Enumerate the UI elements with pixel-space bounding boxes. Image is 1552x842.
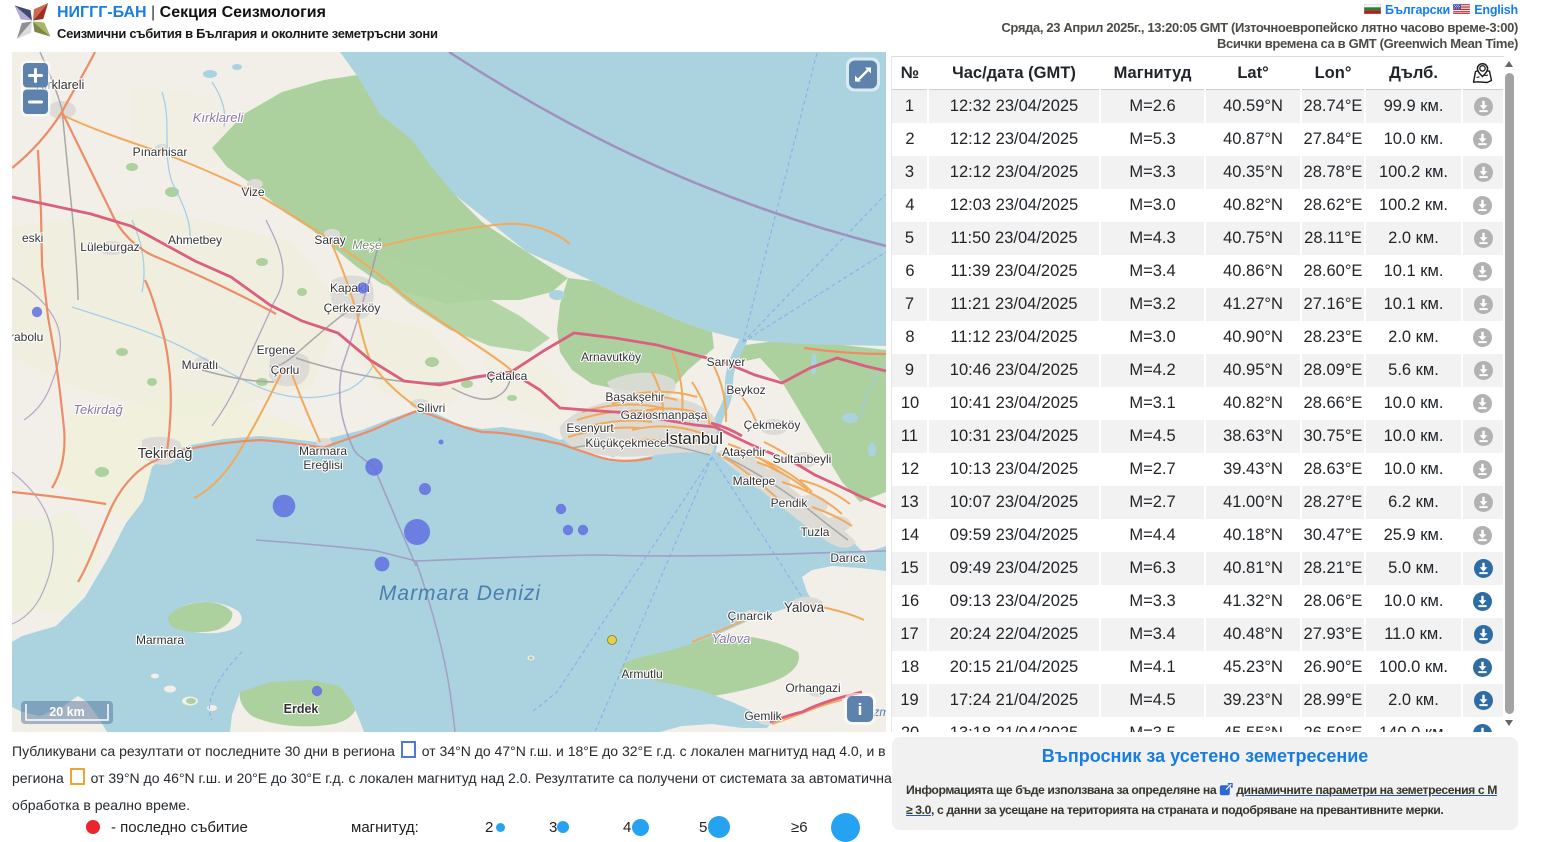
svg-text:20 km: 20 km <box>49 705 84 719</box>
svg-text:İstanbul: İstanbul <box>665 429 723 448</box>
svg-text:Yalova: Yalova <box>712 631 751 646</box>
svg-text:i: i <box>858 700 863 719</box>
svg-text:Sultanbeyli: Sultanbeyli <box>773 452 832 466</box>
svg-text:Gemlik: Gemlik <box>744 709 782 723</box>
svg-text:Ataşehir: Ataşehir <box>722 445 766 459</box>
svg-text:Sarıyer: Sarıyer <box>707 355 746 369</box>
svg-text:Arnavutköy: Arnavutköy <box>581 350 641 364</box>
svg-text:Maltepe: Maltepe <box>733 474 776 488</box>
svg-text:Çerkezköy: Çerkezköy <box>324 301 381 315</box>
svg-text:Orhangazi: Orhangazi <box>785 681 840 695</box>
svg-text:Ergene: Ergene <box>257 343 296 357</box>
svg-text:Saray: Saray <box>314 233 345 247</box>
svg-text:Marmara Denizi: Marmara Denizi <box>379 582 542 605</box>
svg-text:Armutlu: Armutlu <box>621 667 662 681</box>
svg-text:Çorlu: Çorlu <box>271 363 300 377</box>
svg-text:Tuzla: Tuzla <box>801 525 830 539</box>
svg-text:Çınarcık: Çınarcık <box>728 609 774 623</box>
svg-text:Meşe: Meşe <box>352 238 382 252</box>
svg-text:Lüleburgaz: Lüleburgaz <box>80 240 139 254</box>
svg-text:Çatalca: Çatalca <box>487 369 528 383</box>
svg-text:Yalova: Yalova <box>784 600 825 615</box>
svg-text:Beykoz: Beykoz <box>726 383 765 397</box>
svg-text:Pendik: Pendik <box>771 496 809 510</box>
svg-text:Marmara: Marmara <box>299 444 347 458</box>
svg-text:Çekmeköy: Çekmeköy <box>744 418 801 432</box>
svg-text:Ahmetbey: Ahmetbey <box>168 233 222 247</box>
svg-text:Küçükçekmece: Küçükçekmece <box>585 436 667 450</box>
svg-text:Muratlı: Muratlı <box>182 358 219 372</box>
svg-text:Esenyurt: Esenyurt <box>566 421 614 435</box>
svg-text:Kırklareli: Kırklareli <box>193 110 245 125</box>
svg-text:Tekirdağ: Tekirdağ <box>73 402 123 417</box>
svg-text:rabolu: rabolu <box>12 330 43 344</box>
svg-text:Marmara: Marmara <box>136 633 184 647</box>
svg-text:Pınarhisar: Pınarhisar <box>133 145 188 159</box>
svg-text:Ereğlisi: Ereğlisi <box>303 458 342 472</box>
svg-text:Gaziosmanpaşa: Gaziosmanpaşa <box>621 408 708 422</box>
svg-text:Darıca: Darıca <box>830 551 866 565</box>
svg-text:Başakşehir: Başakşehir <box>605 390 664 404</box>
svg-text:Silivri: Silivri <box>417 401 446 415</box>
svg-text:Erdek: Erdek <box>284 702 319 716</box>
svg-text:eski: eski <box>22 231 43 245</box>
svg-text:Vize: Vize <box>241 185 264 199</box>
svg-text:Tekirdağ: Tekirdağ <box>138 446 193 462</box>
